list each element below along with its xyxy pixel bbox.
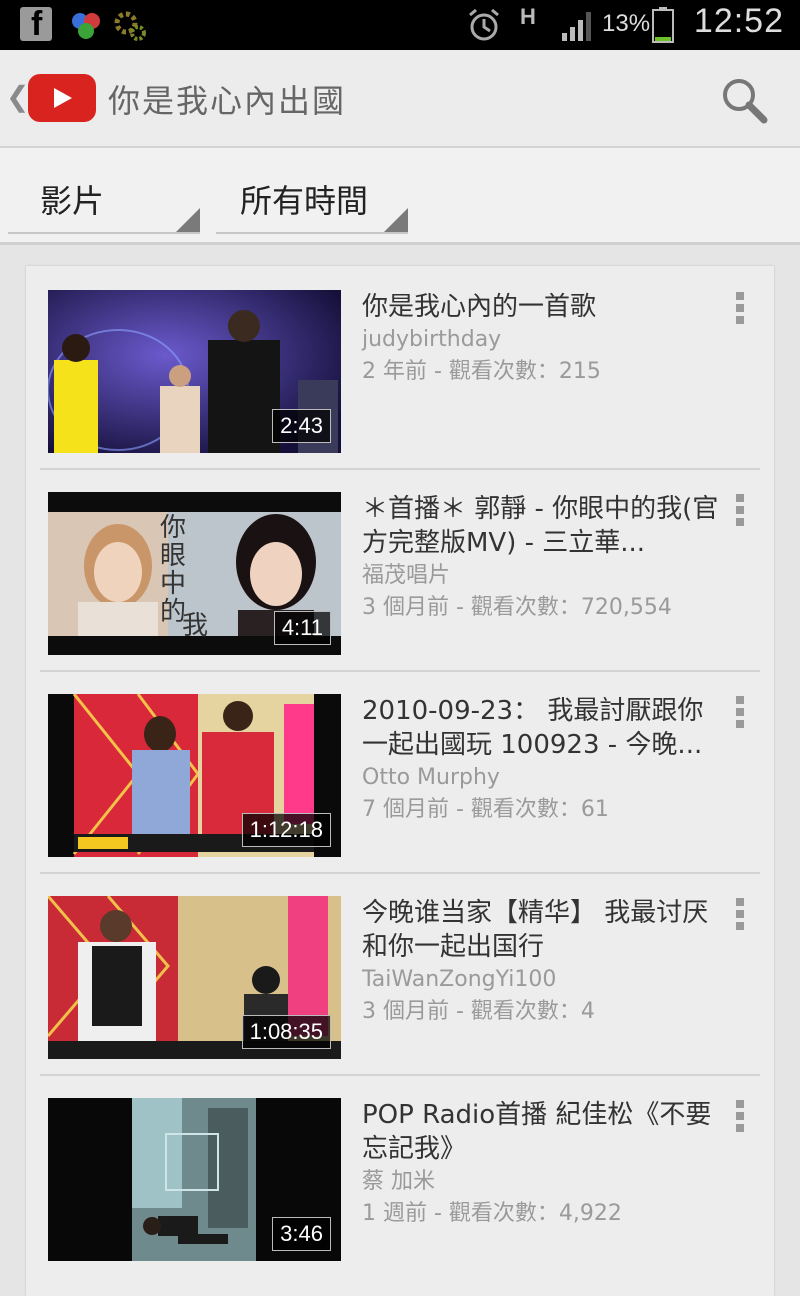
filter-bar: 影片 所有時間 [0,148,800,245]
video-channel: 蔡 加米 [362,1169,435,1194]
more-options-icon[interactable] [736,696,746,730]
youtube-logo-icon[interactable] [28,74,96,122]
thumbnail-overlay-text: 你 [160,513,186,543]
video-channel: Otto Murphy [362,765,500,790]
video-meta: 3 個月前 - 觀看次數：720,554 [362,595,672,620]
video-duration: 4:11 [273,611,331,645]
video-info: 你是我心內的一首歌 judybirthday 2 年前 - 觀看次數：215 [362,290,722,388]
video-duration: 2:43 [272,409,331,443]
search-icon[interactable] [718,74,770,126]
app-notification-icon [68,7,104,43]
status-clock: 12:52 [693,2,784,40]
more-options-icon[interactable] [736,494,746,528]
video-result-item[interactable]: 你 眼 中 的 我 4:11 ＊首播＊ 郭靜 - 你眼中的我(官方完整版MV) … [40,468,760,672]
video-thumbnail[interactable]: 1:08:35 [48,896,341,1059]
video-thumbnail[interactable]: 2:43 [48,290,341,453]
video-duration: 1:12:18 [241,813,331,847]
svg-text:我: 我 [182,611,208,641]
video-duration: 1:08:35 [241,1015,331,1049]
video-thumbnail[interactable]: 3:46 [48,1098,341,1261]
video-result-item[interactable]: 1:12:18 2010-09-23： 我最討厭跟你一起出國玩 100923 -… [40,670,760,874]
video-result-item[interactable]: 2:43 你是我心內的一首歌 judybirthday 2 年前 - 觀看次數：… [40,266,760,470]
svg-text:眼: 眼 [160,541,186,571]
video-thumbnail[interactable]: 1:12:18 [48,694,341,857]
dropdown-corner-icon [384,208,408,232]
cell-signal-icon [560,7,596,43]
video-result-item[interactable]: 1:08:35 今晚谁当家【精华】 我最讨厌和你一起出国行 TaiWanZong… [40,872,760,1076]
video-info: 今晚谁当家【精华】 我最讨厌和你一起出国行 TaiWanZongYi100 3 … [362,896,722,1028]
search-query-title: 你是我心內出國 [108,82,347,120]
video-meta: 1 週前 - 觀看次數：4,922 [362,1201,622,1226]
more-options-icon[interactable] [736,292,746,326]
network-type-icon: H [520,4,536,29]
video-info: ＊首播＊ 郭靜 - 你眼中的我(官方完整版MV) - 三立華... 福茂唱片 3… [362,492,722,624]
svg-text:中: 中 [160,569,186,599]
settings-gear-icon [112,7,148,43]
more-options-icon[interactable] [736,1100,746,1134]
video-channel: judybirthday [362,327,502,352]
battery-icon [652,7,674,43]
video-channel: TaiWanZongYi100 [362,967,557,992]
video-meta: 3 個月前 - 觀看次數：4 [362,999,595,1024]
video-channel: 福茂唱片 [362,563,451,588]
video-info: POP Radio首播 紀佳松《不要忘記我》 蔡 加米 1 週前 - 觀看次數：… [362,1098,722,1230]
back-caret-icon[interactable]: ❮ [6,80,29,113]
video-info: 2010-09-23： 我最討厭跟你一起出國玩 100923 - 今晚... O… [362,694,722,826]
upload-time-filter[interactable]: 所有時間 [216,176,408,234]
dropdown-corner-icon [176,208,200,232]
video-title[interactable]: 2010-09-23： 我最討厭跟你一起出國玩 100923 - 今晚... [362,694,722,762]
video-title[interactable]: ＊首播＊ 郭靜 - 你眼中的我(官方完整版MV) - 三立華... [362,492,722,560]
content-type-filter-label: 影片 [40,182,105,220]
battery-percent: 13% [602,10,651,37]
video-title[interactable]: 今晚谁当家【精华】 我最讨厌和你一起出国行 [362,896,722,964]
facebook-icon: f [20,5,52,43]
alarm-clock-icon [466,7,502,43]
upload-time-filter-label: 所有時間 [240,182,369,220]
video-duration: 3:46 [272,1217,331,1251]
more-options-icon[interactable] [736,898,746,932]
video-title[interactable]: 你是我心內的一首歌 [362,290,722,324]
video-meta: 2 年前 - 觀看次數：215 [362,359,601,384]
video-title[interactable]: POP Radio首播 紀佳松《不要忘記我》 [362,1098,722,1166]
content-type-filter[interactable]: 影片 [8,176,200,234]
video-result-item[interactable]: 3:46 POP Radio首播 紀佳松《不要忘記我》 蔡 加米 1 週前 - … [40,1074,760,1276]
results-list: 2:43 你是我心內的一首歌 judybirthday 2 年前 - 觀看次數：… [26,266,774,1296]
action-bar: ❮ 你是我心內出國 [0,50,800,148]
video-thumbnail[interactable]: 你 眼 中 的 我 4:11 [48,492,341,655]
video-meta: 7 個月前 - 觀看次數：61 [362,797,609,822]
status-bar: f H 13% 12:52 [0,0,800,50]
